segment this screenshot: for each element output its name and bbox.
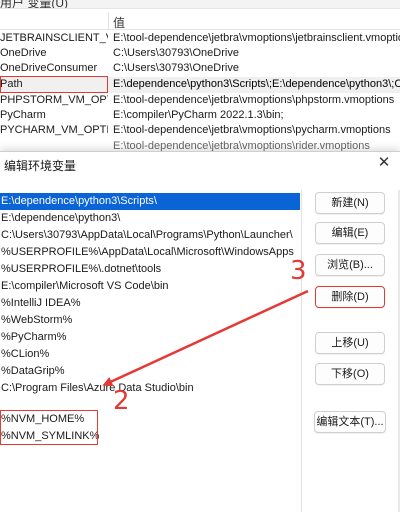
path-entry[interactable]: E:\compiler\Microsoft VS Code\bin bbox=[0, 278, 300, 295]
delete-button[interactable]: 删除(D) bbox=[315, 286, 385, 308]
variable-row[interactable]: JETBRAINSCLIENT_VM_OP... E:\tool-depende… bbox=[0, 31, 400, 47]
variable-value: C:\Users\30793\OneDrive bbox=[113, 47, 239, 59]
path-entry-selected[interactable]: E:\dependence\python3\Scripts\ bbox=[0, 193, 300, 210]
variable-value: E:\tool-dependence\jetbra\vmoptions\pych… bbox=[113, 124, 391, 136]
variable-value: E:\dependence\python3\Scripts\;E:\depend… bbox=[113, 78, 400, 90]
edit-env-variable-dialog: 编辑环境变量 ✕ E:\dependence\python3\Scripts\ … bbox=[0, 151, 400, 512]
variable-name: OneDrive bbox=[0, 47, 47, 59]
variable-row[interactable]: OneDriveConsumer C:\Users\30793\OneDrive bbox=[0, 61, 400, 77]
edit-button[interactable]: 编辑(E) bbox=[315, 222, 385, 244]
path-entries-list[interactable]: E:\dependence\python3\Scripts\ E:\depend… bbox=[0, 190, 302, 512]
variable-value: E:\tool-dependence\jetbra\vmoptions\phps… bbox=[113, 94, 395, 106]
variable-name: PyCharm bbox=[0, 109, 46, 121]
edit-text-button[interactable]: 编辑文本(T)... bbox=[314, 411, 386, 433]
variable-name: OneDriveConsumer bbox=[0, 62, 98, 74]
step-2-label: 2 bbox=[113, 386, 130, 416]
variable-row[interactable]: PyCharm E:\compiler\PyCharm 2022.1.3\bin… bbox=[0, 108, 400, 124]
variable-row[interactable]: OneDrive C:\Users\30793\OneDrive bbox=[0, 46, 400, 62]
column-divider[interactable] bbox=[108, 12, 109, 30]
variable-value: E:\tool-dependence\jetbra\vmoptions\jetb… bbox=[113, 32, 400, 44]
dialog-title: 编辑环境变量 bbox=[4, 159, 77, 173]
path-entry[interactable]: C:\Users\30793\AppData\Local\Programs\Py… bbox=[0, 227, 300, 244]
move-down-button[interactable]: 下移(O) bbox=[315, 363, 385, 385]
path-highlight-box bbox=[0, 76, 108, 93]
path-entry[interactable]: %USERPROFILE%\AppData\Local\Microsoft\Wi… bbox=[0, 244, 300, 261]
variable-name: PHPSTORM_VM_OPTIONS bbox=[0, 94, 108, 106]
step-3-label: 3 bbox=[290, 256, 307, 286]
new-button[interactable]: 新建(N) bbox=[315, 192, 385, 214]
variable-row[interactable]: PHPSTORM_VM_OPTIONS E:\tool-dependence\j… bbox=[0, 93, 400, 109]
variable-name: PYCHARM_VM_OPTIONS bbox=[0, 124, 108, 136]
variable-row[interactable]: PYCHARM_VM_OPTIONS E:\tool-dependence\je… bbox=[0, 123, 400, 139]
variable-value: E:\compiler\PyCharm 2022.1.3\bin; bbox=[113, 109, 284, 121]
path-entry[interactable]: %IntelliJ IDEA% bbox=[0, 295, 300, 312]
path-entry[interactable]: E:\dependence\python3\ bbox=[0, 210, 300, 227]
env-variables-window: 用户 变量(U) 值 JETBRAINSCLIENT_VM_OP... E:\t… bbox=[0, 0, 400, 152]
user-variables-header: 用户 变量(U) bbox=[0, 0, 400, 9]
browse-button[interactable]: 浏览(B)... bbox=[315, 254, 385, 276]
path-entry[interactable]: %DataGrip% bbox=[0, 363, 300, 380]
move-up-button[interactable]: 上移(U) bbox=[315, 332, 385, 354]
nvm-entries-highlight-box bbox=[0, 410, 98, 445]
path-entry[interactable]: %USERPROFILE%\.dotnet\tools bbox=[0, 261, 300, 278]
variable-name: JETBRAINSCLIENT_VM_OP... bbox=[0, 32, 108, 44]
variable-value: C:\Users\30793\OneDrive bbox=[113, 62, 239, 74]
column-header[interactable]: 值 bbox=[0, 12, 400, 30]
dialog-title-bar[interactable]: 编辑环境变量 ✕ bbox=[0, 152, 400, 176]
path-entry[interactable]: %CLion% bbox=[0, 346, 300, 363]
path-entry[interactable]: %WebStorm% bbox=[0, 312, 300, 329]
close-icon[interactable]: ✕ bbox=[376, 155, 392, 171]
value-column-header: 值 bbox=[113, 16, 126, 30]
path-entry[interactable]: C:\Program Files\Azure Data Studio\bin bbox=[0, 380, 300, 397]
user-variables-label: 用户 变量(U) bbox=[0, 0, 68, 9]
path-entry[interactable]: %PyCharm% bbox=[0, 329, 300, 346]
